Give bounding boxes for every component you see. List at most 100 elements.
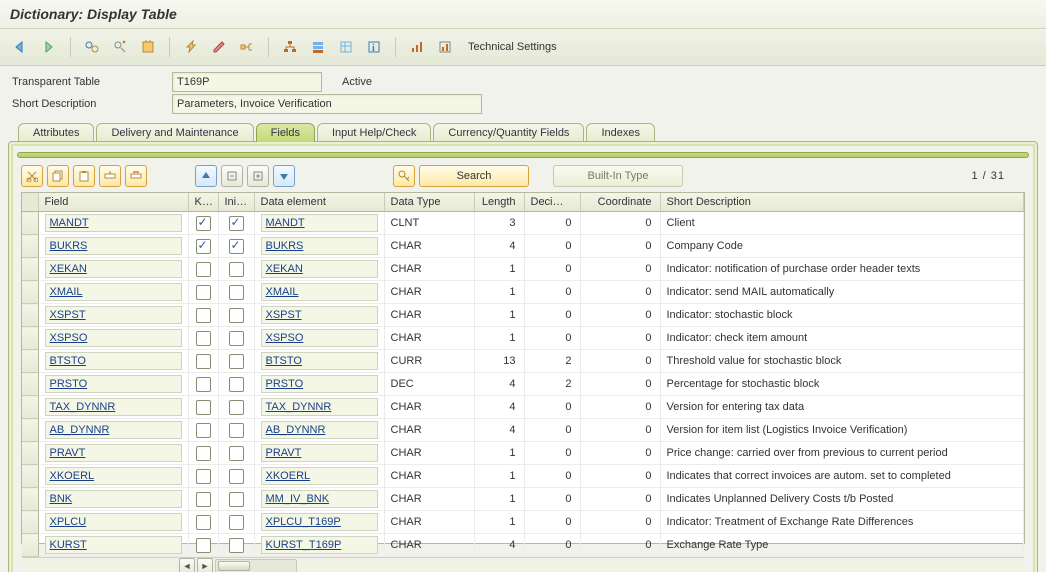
copy-icon[interactable]	[47, 165, 69, 187]
search-button[interactable]: Search	[419, 165, 529, 187]
activate-icon[interactable]	[180, 36, 202, 58]
scroll-track[interactable]	[215, 559, 297, 572]
expand-detail-icon[interactable]	[247, 165, 269, 187]
tab-currency-quantity[interactable]: Currency/Quantity Fields	[433, 123, 584, 142]
cell-key[interactable]	[188, 465, 218, 488]
cell-field[interactable]: KURST	[38, 534, 188, 557]
cell-initial[interactable]	[218, 304, 254, 327]
row-selector[interactable]	[22, 304, 38, 327]
cell-initial[interactable]	[218, 327, 254, 350]
tab-indexes[interactable]: Indexes	[586, 123, 655, 142]
cell-key[interactable]	[188, 327, 218, 350]
cell-initial[interactable]	[218, 465, 254, 488]
cell-initial[interactable]	[218, 258, 254, 281]
cell-key[interactable]	[188, 534, 218, 557]
cell-initial[interactable]	[218, 419, 254, 442]
cell-field[interactable]: BTSTO	[38, 350, 188, 373]
row-selector[interactable]	[22, 212, 38, 235]
cell-key[interactable]	[188, 350, 218, 373]
horizontal-scrollbar[interactable]: ◄ ►	[22, 557, 1024, 572]
col-length[interactable]: Length	[474, 193, 524, 212]
row-selector[interactable]	[22, 442, 38, 465]
cell-field[interactable]: TAX_DYNNR	[38, 396, 188, 419]
cell-initial[interactable]	[218, 350, 254, 373]
cell-initial[interactable]	[218, 235, 254, 258]
other-object-icon[interactable]	[109, 36, 131, 58]
cell-field[interactable]: XEKAN	[38, 258, 188, 281]
row-selector[interactable]	[22, 511, 38, 534]
cell-key[interactable]	[188, 373, 218, 396]
cell-initial[interactable]	[218, 511, 254, 534]
transparent-table-field[interactable]: T169P	[172, 72, 322, 92]
cell-data-element[interactable]: XPLCU_T169P	[254, 511, 384, 534]
col-decimals[interactable]: Decim…	[524, 193, 580, 212]
row-selector[interactable]	[22, 258, 38, 281]
cell-key[interactable]	[188, 511, 218, 534]
tab-delivery-maintenance[interactable]: Delivery and Maintenance	[96, 123, 253, 142]
cell-key[interactable]	[188, 258, 218, 281]
cell-initial[interactable]	[218, 442, 254, 465]
delete-row-icon[interactable]	[125, 165, 147, 187]
tab-attributes[interactable]: Attributes	[18, 123, 94, 142]
row-selector[interactable]	[22, 373, 38, 396]
col-selector[interactable]	[22, 193, 38, 212]
cell-field[interactable]: XKOERL	[38, 465, 188, 488]
row-selector[interactable]	[22, 350, 38, 373]
cell-field[interactable]: BNK	[38, 488, 188, 511]
cell-field[interactable]: XMAIL	[38, 281, 188, 304]
back-icon[interactable]	[10, 36, 32, 58]
info-icon[interactable]: i	[363, 36, 385, 58]
cell-field[interactable]: AB_DYNNR	[38, 419, 188, 442]
collapse-all-icon[interactable]	[273, 165, 295, 187]
edit-icon[interactable]	[208, 36, 230, 58]
cell-initial[interactable]	[218, 212, 254, 235]
cell-data-element[interactable]: MM_IV_BNK	[254, 488, 384, 511]
col-data-element[interactable]: Data element	[254, 193, 384, 212]
cell-key[interactable]	[188, 396, 218, 419]
cell-key[interactable]	[188, 235, 218, 258]
row-selector[interactable]	[22, 235, 38, 258]
cell-key[interactable]	[188, 488, 218, 511]
cut-icon[interactable]	[21, 165, 43, 187]
append-icon[interactable]	[307, 36, 329, 58]
cell-initial[interactable]	[218, 534, 254, 557]
row-selector[interactable]	[22, 534, 38, 557]
cell-field[interactable]: XSPSO	[38, 327, 188, 350]
cell-data-element[interactable]: TAX_DYNNR	[254, 396, 384, 419]
cell-data-element[interactable]: XKOERL	[254, 465, 384, 488]
row-selector[interactable]	[22, 281, 38, 304]
col-field[interactable]: Field	[38, 193, 188, 212]
cell-initial[interactable]	[218, 281, 254, 304]
scroll-thumb[interactable]	[218, 561, 250, 571]
col-short-description[interactable]: Short Description	[660, 193, 1024, 212]
cell-field[interactable]: XSPST	[38, 304, 188, 327]
technical-settings-button[interactable]: Technical Settings	[468, 41, 557, 53]
col-initial[interactable]: Initi…	[218, 193, 254, 212]
row-selector[interactable]	[22, 419, 38, 442]
short-description-field[interactable]: Parameters, Invoice Verification	[172, 94, 482, 114]
tab-fields[interactable]: Fields	[256, 123, 315, 142]
display-change-icon[interactable]	[81, 36, 103, 58]
cell-key[interactable]	[188, 281, 218, 304]
scroll-right-icon[interactable]: ►	[197, 558, 213, 572]
collapse-detail-icon[interactable]	[221, 165, 243, 187]
cell-data-element[interactable]: XEKAN	[254, 258, 384, 281]
cell-key[interactable]	[188, 419, 218, 442]
hierarchy-icon[interactable]	[279, 36, 301, 58]
row-selector[interactable]	[22, 396, 38, 419]
cell-data-element[interactable]: BTSTO	[254, 350, 384, 373]
row-selector[interactable]	[22, 465, 38, 488]
row-selector[interactable]	[22, 327, 38, 350]
cell-data-element[interactable]: XSPSO	[254, 327, 384, 350]
cell-initial[interactable]	[218, 373, 254, 396]
insert-row-icon[interactable]	[99, 165, 121, 187]
cell-field[interactable]: XPLCU	[38, 511, 188, 534]
tab-input-help-check[interactable]: Input Help/Check	[317, 123, 431, 142]
cell-data-element[interactable]: PRSTO	[254, 373, 384, 396]
cell-field[interactable]: PRSTO	[38, 373, 188, 396]
col-coordinate[interactable]: Coordinate	[580, 193, 660, 212]
cell-data-element[interactable]: KURST_T169P	[254, 534, 384, 557]
cell-initial[interactable]	[218, 488, 254, 511]
contents-icon[interactable]	[335, 36, 357, 58]
cell-key[interactable]	[188, 442, 218, 465]
